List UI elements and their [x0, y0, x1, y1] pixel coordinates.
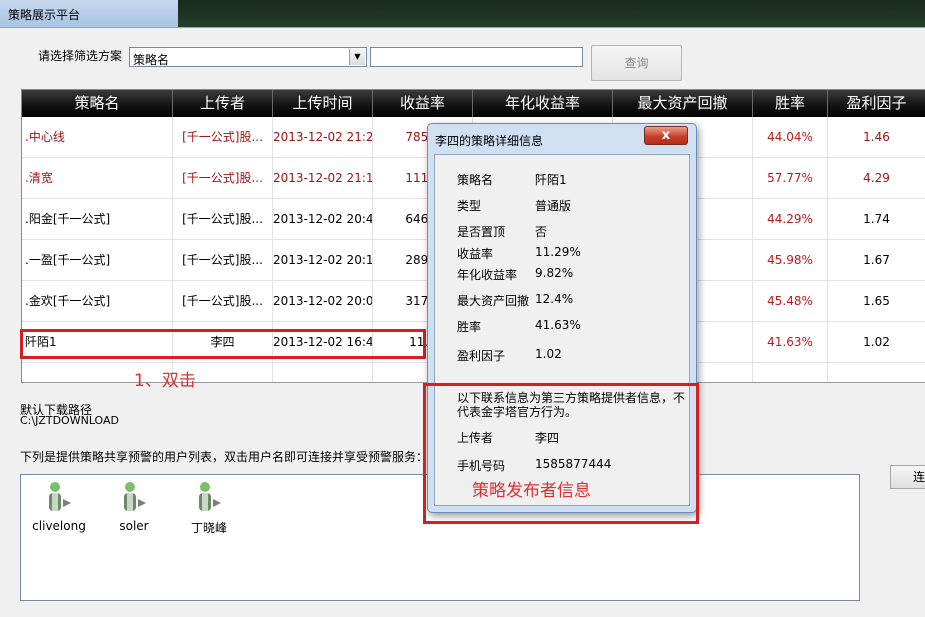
field-label-annual-return: 年化收益率	[457, 268, 518, 282]
cell-name: .金欢[千一公式]	[22, 281, 173, 322]
cell-uploader: [千一公式]股...	[173, 117, 273, 158]
filter-scheme-select[interactable]: 策略名 ▼	[129, 47, 367, 67]
column-header-annual-return[interactable]: 年化收益率	[473, 90, 613, 117]
column-header-drawdown[interactable]: 最大资产回撤	[613, 90, 753, 117]
field-value-return: 11.29%	[535, 245, 581, 259]
cell-name: .一盈[千一公式]	[22, 240, 173, 281]
annotation-publisher-highlight	[423, 383, 699, 524]
user-item[interactable]: clivelong	[29, 481, 89, 533]
user-icon	[44, 481, 74, 513]
cell-profit-factor: 1.02	[828, 322, 925, 363]
field-label-name: 策略名	[457, 173, 494, 187]
close-button[interactable]: x	[644, 126, 688, 145]
field-label-return: 收益率	[457, 247, 494, 261]
user-item[interactable]: 丁晓峰	[179, 481, 239, 536]
cell-time: 2013-12-02 21:15	[273, 158, 373, 199]
field-label-pinned: 是否置顶	[457, 225, 506, 239]
field-label-winrate: 胜率	[457, 320, 482, 334]
download-path-value: C:\JZTDOWNLOAD	[20, 414, 120, 427]
cell-name: .清宽	[22, 158, 173, 199]
cell-uploader: [千一公式]股...	[173, 281, 273, 322]
cell-profit-factor: 1.74	[828, 199, 925, 240]
user-name: 丁晓峰	[190, 521, 227, 535]
cell-winrate: 45.98%	[753, 240, 828, 281]
user-icon	[119, 481, 149, 513]
cell-profit-factor: 4.29	[828, 158, 925, 199]
field-value-name: 阡陌1	[535, 173, 567, 187]
cell-time: 2013-12-02 20:40	[273, 199, 373, 240]
cell-uploader: [千一公式]股...	[173, 158, 273, 199]
title-bar: 策略展示平台	[0, 0, 925, 28]
field-label-profit-factor: 盈利因子	[457, 349, 506, 363]
background-window-strip	[178, 0, 925, 27]
search-input[interactable]	[370, 47, 583, 67]
annotation-row-highlight	[20, 329, 426, 359]
users-list-label: 下列是提供策略共享预警的用户列表，双击用户名即可连接并享受预警服务：	[20, 450, 429, 464]
cell-winrate: 57.77%	[753, 158, 828, 199]
cell-profit-factor: 1.67	[828, 240, 925, 281]
user-name: clivelong	[32, 519, 86, 533]
cell-time: 2013-12-02 20:00	[273, 281, 373, 322]
cell-time: 2013-12-02 20:15	[273, 240, 373, 281]
cell-profit-factor: 1.46	[828, 117, 925, 158]
field-value-pinned: 否	[535, 225, 548, 239]
table-header: 策略名 上传者 上传时间 收益率 年化收益率 最大资产回撤 胜率 盈利因子	[22, 90, 925, 117]
connect-button[interactable]: 连	[890, 465, 925, 489]
cell-time: 2013-12-02 21:23	[273, 117, 373, 158]
user-name: soler	[119, 519, 149, 533]
cell-name: .阳金[千一公式]	[22, 199, 173, 240]
query-button[interactable]: 查询	[591, 45, 682, 81]
empty-cell	[273, 363, 373, 382]
column-header-uploader[interactable]: 上传者	[173, 90, 273, 117]
cell-winrate: 41.63%	[753, 322, 828, 363]
field-label-drawdown: 最大资产回撤	[457, 294, 530, 308]
cell-name: .中心线	[22, 117, 173, 158]
cell-winrate: 44.04%	[753, 117, 828, 158]
column-header-return[interactable]: 收益率	[373, 90, 473, 117]
cell-winrate: 44.29%	[753, 199, 828, 240]
empty-cell	[828, 363, 925, 382]
cell-profit-factor: 1.65	[828, 281, 925, 322]
field-value-type: 普通版	[535, 199, 572, 213]
field-value-winrate: 41.63%	[535, 318, 581, 332]
chevron-down-icon[interactable]: ▼	[349, 49, 365, 65]
window-title: 策略展示平台	[8, 8, 81, 22]
dialog-title: 李四的策略详细信息	[435, 134, 544, 148]
filter-label: 请选择筛选方案	[38, 49, 123, 63]
user-item[interactable]: soler	[104, 481, 164, 533]
field-value-annual-return: 9.82%	[535, 266, 574, 280]
annotation-step1: 1、双击	[134, 371, 196, 391]
cell-uploader: [千一公式]股...	[173, 240, 273, 281]
cell-uploader: [千一公式]股...	[173, 199, 273, 240]
column-header-profit-factor[interactable]: 盈利因子	[828, 90, 925, 117]
field-value-profit-factor: 1.02	[535, 347, 562, 361]
column-header-time[interactable]: 上传时间	[273, 90, 373, 117]
user-icon	[194, 481, 224, 513]
column-header-winrate[interactable]: 胜率	[753, 90, 828, 117]
cell-winrate: 45.48%	[753, 281, 828, 322]
filter-selected-value: 策略名	[133, 53, 170, 67]
field-value-drawdown: 12.4%	[535, 292, 574, 306]
column-header-name[interactable]: 策略名	[22, 90, 173, 117]
field-label-type: 类型	[457, 199, 482, 213]
empty-cell	[753, 363, 828, 382]
annotation-publisher: 策略发布者信息	[472, 481, 591, 501]
